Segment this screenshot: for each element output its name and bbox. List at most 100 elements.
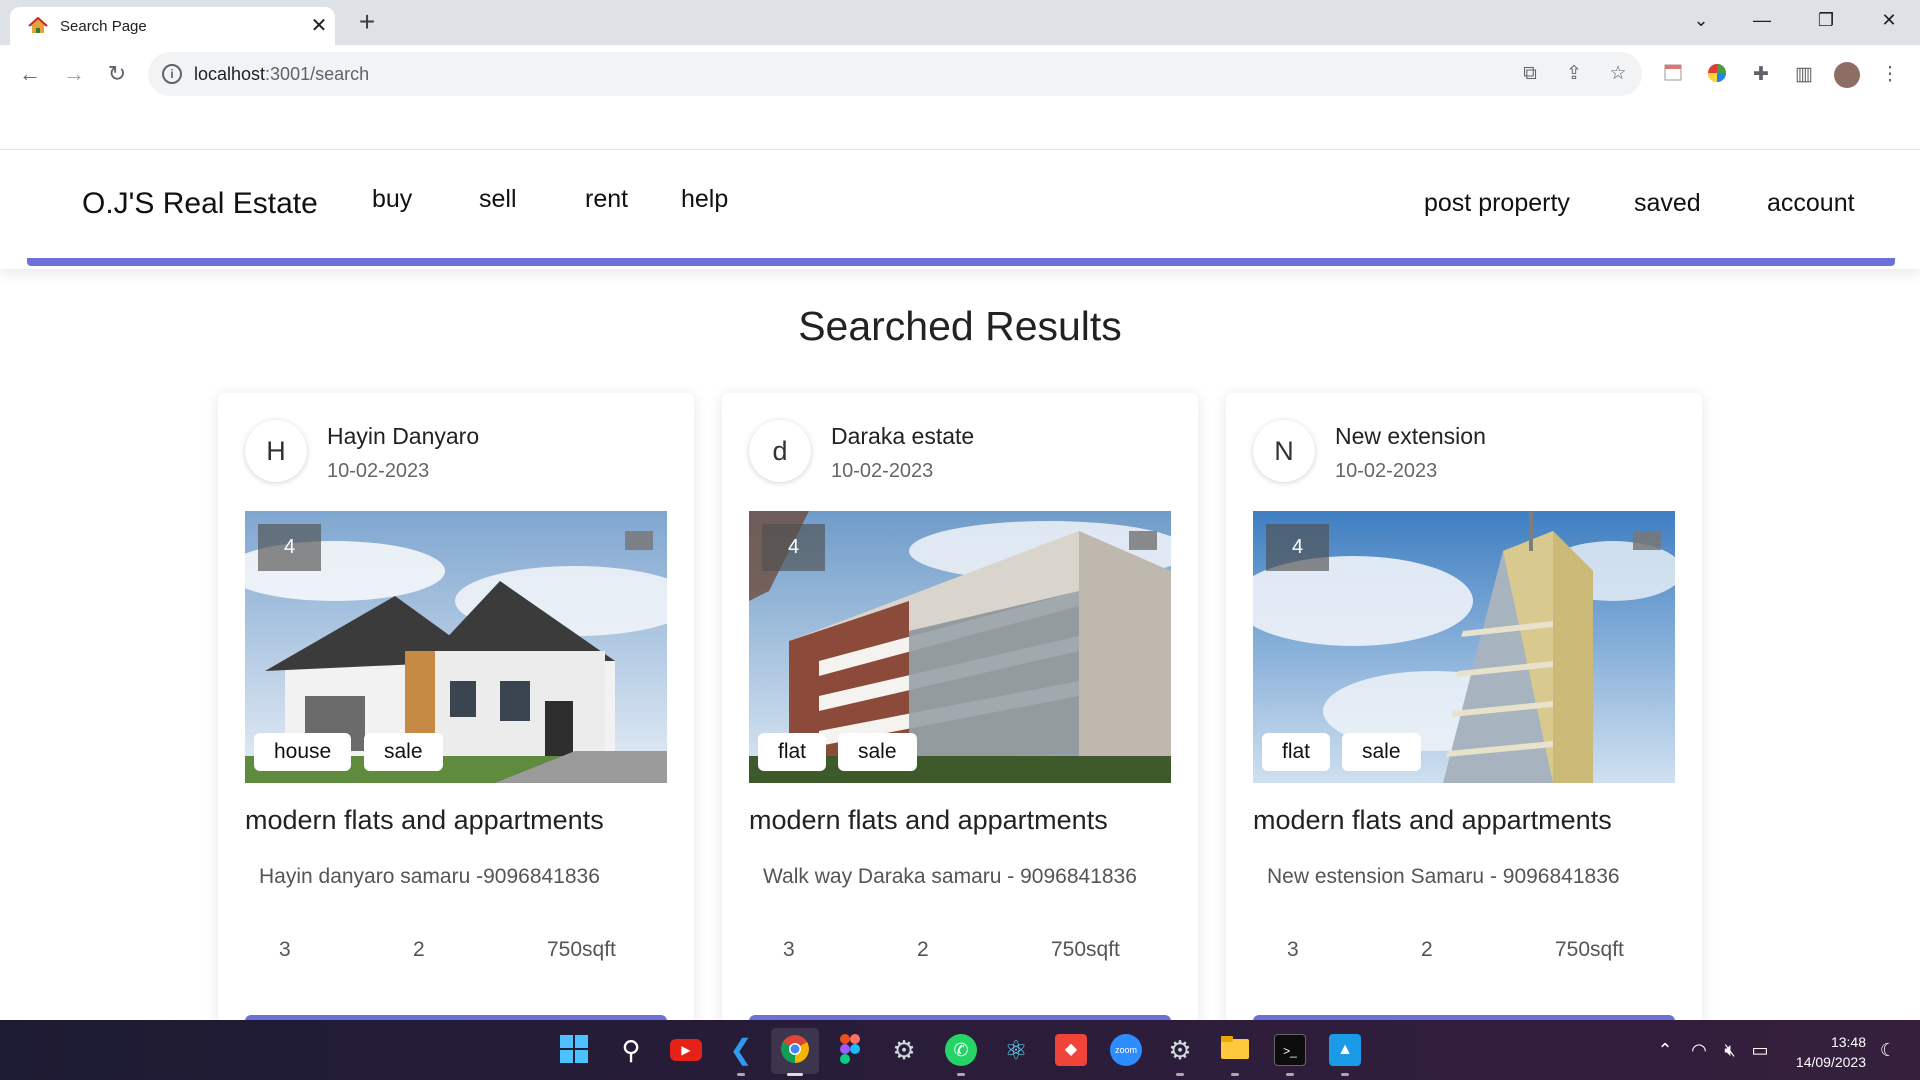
bookmark-icon[interactable] (1129, 531, 1157, 550)
tab-close-icon[interactable]: ✕ (307, 13, 331, 38)
listing-address: Hayin danyaro samaru -9096841836 (259, 865, 600, 888)
property-card[interactable]: H Hayin Danyaro 10-02-2023 4 house sale … (218, 393, 694, 1020)
youtube-icon[interactable]: ▶ (670, 1039, 702, 1061)
side-panel-icon[interactable]: ▥ (1791, 62, 1817, 88)
restore-button[interactable]: ❐ (1806, 6, 1846, 34)
bookmark-star-icon[interactable]: ☆ (1606, 62, 1630, 86)
extension-calendar-icon[interactable] (1660, 62, 1686, 88)
tab-title: Search Page (60, 18, 147, 35)
site-info-icon[interactable]: i (162, 64, 182, 84)
extensions-puzzle-icon[interactable]: ✚ (1748, 62, 1774, 88)
property-image[interactable]: 4 flat sale (1253, 511, 1675, 783)
nav-saved[interactable]: saved (1634, 189, 1701, 218)
listing-name: Daraka estate (831, 423, 975, 449)
chrome-menu-icon[interactable]: ⋮ (1877, 62, 1903, 88)
moon-focus-icon[interactable]: ☾ (1877, 1040, 1899, 1061)
settings-gear-icon[interactable]: ⚙ (888, 1034, 920, 1066)
reload-icon[interactable]: ↻ (101, 59, 133, 91)
listing-name: New extension (1335, 423, 1486, 449)
listing-address: New estension Samaru - 9096841836 (1267, 865, 1620, 888)
property-type-tag: house (254, 733, 352, 771)
open-in-app-icon[interactable]: ⧉ (1518, 62, 1542, 86)
extension-color-wheel-icon[interactable] (1704, 62, 1730, 88)
listing-title: modern flats and appartments (1253, 805, 1612, 835)
zoom-icon[interactable]: zoom (1110, 1034, 1142, 1066)
url-path: :3001/search (265, 64, 370, 84)
terminal-icon[interactable]: >_ (1274, 1034, 1306, 1066)
battery-icon[interactable]: ▭ (1749, 1040, 1771, 1061)
browser-tab[interactable]: Search Page ✕ (10, 7, 335, 45)
listing-date: 10-02-2023 (327, 460, 430, 482)
clock-time: 13:48 (1830, 1034, 1866, 1050)
bedrooms-count: 3 (783, 938, 795, 961)
vscode-icon[interactable]: ❮ (725, 1034, 757, 1066)
share-icon[interactable]: ⇪ (1562, 62, 1586, 86)
running-indicator (1231, 1073, 1239, 1076)
nav-account[interactable]: account (1767, 189, 1855, 218)
listing-address: Walk way Daraka samaru - 9096841836 (763, 865, 1137, 888)
back-arrow-icon[interactable]: ← (14, 59, 46, 91)
area-size: 750sqft (1555, 938, 1624, 961)
forward-arrow-icon[interactable]: → (58, 59, 90, 91)
bedrooms-count: 3 (279, 938, 291, 961)
listing-type-tag: sale (364, 733, 443, 771)
system-clock[interactable]: 13:48 14/09/2023 (1796, 1032, 1866, 1072)
file-explorer-icon[interactable] (1219, 1034, 1251, 1066)
nav-sell[interactable]: sell (479, 185, 517, 214)
profile-avatar[interactable] (1834, 62, 1860, 88)
browser-toolbar: ← → ↻ i localhost:3001/search ⧉ ⇪ ☆ ✚ ▥ … (0, 45, 1920, 103)
avatar: d (749, 420, 811, 482)
nav-buy[interactable]: buy (372, 185, 412, 214)
listing-name: Hayin Danyaro (327, 423, 480, 449)
wifi-icon[interactable]: ◠ (1688, 1040, 1710, 1061)
running-indicator (1341, 1073, 1349, 1076)
page-content: O.J'S Real Estate buy sell rent help pos… (0, 103, 1920, 1020)
area-size: 750sqft (1051, 938, 1120, 961)
bathrooms-count: 2 (413, 938, 425, 961)
minimize-button[interactable]: — (1742, 6, 1782, 34)
avatar: N (1253, 420, 1315, 482)
close-window-button[interactable]: ✕ (1869, 6, 1909, 34)
nav-rent[interactable]: rent (585, 185, 628, 214)
address-bar[interactable]: i localhost:3001/search ⧉ ⇪ ☆ (148, 52, 1642, 96)
property-image[interactable]: 4 flat sale (749, 511, 1171, 783)
bookmark-icon[interactable] (625, 531, 653, 550)
nav-post-property[interactable]: post property (1424, 189, 1570, 218)
bathrooms-count: 2 (917, 938, 929, 961)
windows-taskbar: ⚲ ▶ ❮ ⚙ ✆ ⚛ ◆ zoom ⚙ >_ ▲ ⌃ ◠ 🔇︎ ▭ 13:48… (0, 1020, 1920, 1080)
start-windows-icon[interactable] (558, 1034, 590, 1066)
clock-date: 14/09/2023 (1795, 1054, 1866, 1070)
listing-title: modern flats and appartments (245, 805, 604, 835)
figma-icon[interactable] (834, 1034, 866, 1066)
tray-chevron-up-icon[interactable]: ⌃ (1654, 1040, 1676, 1061)
property-card[interactable]: d Daraka estate 10-02-2023 4 flat sale m… (722, 393, 1198, 1020)
running-indicator (737, 1073, 745, 1076)
chrome-icon[interactable] (779, 1034, 811, 1066)
image-count-badge: 4 (258, 524, 321, 571)
nav-help[interactable]: help (681, 185, 728, 214)
whatsapp-icon[interactable]: ✆ (945, 1034, 977, 1066)
volume-muted-icon[interactable]: 🔇︎ (1719, 1040, 1741, 1061)
property-card[interactable]: N New extension 10-02-2023 4 flat sale m… (1226, 393, 1702, 1020)
house-favicon-icon (28, 16, 48, 35)
react-atom-icon[interactable]: ⚛ (1000, 1034, 1032, 1066)
property-type-tag: flat (1262, 733, 1331, 771)
active-indicator (787, 1073, 803, 1076)
bookmark-icon[interactable] (1633, 531, 1661, 550)
new-tab-button[interactable]: + (352, 6, 382, 38)
running-indicator (957, 1073, 965, 1076)
running-indicator (1176, 1073, 1184, 1076)
url-host: localhost (194, 64, 266, 84)
settings-app-icon[interactable]: ⚙ (1164, 1034, 1196, 1066)
browser-tab-strip: Search Page ✕ + ⌄ — ❐ ✕ (0, 0, 1920, 45)
bedrooms-count: 3 (1287, 938, 1299, 961)
search-icon[interactable]: ⚲ (615, 1034, 647, 1066)
property-image[interactable]: 4 house sale (245, 511, 667, 783)
git-client-icon[interactable]: ◆ (1055, 1034, 1087, 1066)
property-type-tag: flat (758, 733, 827, 771)
tab-search-icon[interactable]: ⌄ (1681, 6, 1721, 34)
image-count-badge: 4 (762, 524, 825, 571)
photos-icon[interactable]: ▲ (1329, 1034, 1361, 1066)
results-heading: Searched Results (798, 303, 1122, 349)
brand-logo-text[interactable]: O.J'S Real Estate (82, 187, 318, 221)
